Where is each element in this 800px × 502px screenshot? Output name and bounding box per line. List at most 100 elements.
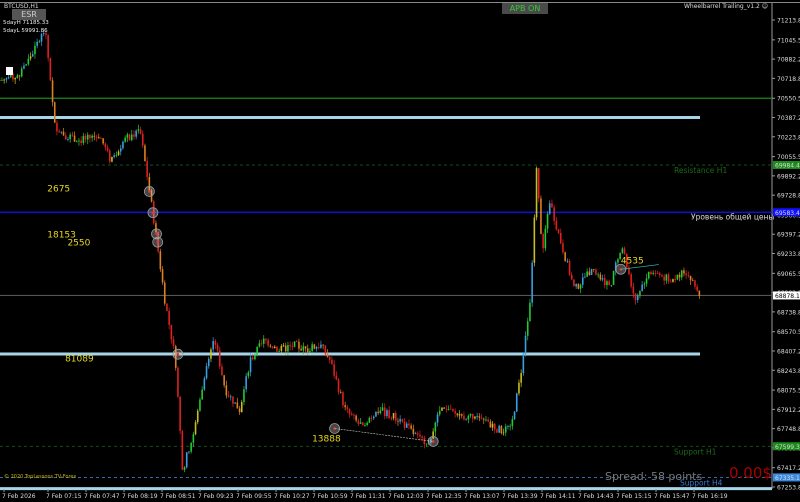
candle bbox=[1, 79, 3, 81]
candle bbox=[537, 168, 540, 199]
candle bbox=[634, 293, 637, 301]
candle bbox=[0, 80, 1, 81]
copyright-text: © 2020 TopLessons.TV-Forex bbox=[4, 474, 77, 480]
candle bbox=[322, 344, 324, 346]
candle bbox=[188, 451, 190, 453]
apb-toggle-button[interactable]: APB ON bbox=[502, 3, 548, 14]
candle bbox=[315, 347, 318, 349]
candle bbox=[654, 272, 657, 274]
candle bbox=[678, 274, 681, 278]
candle bbox=[36, 41, 38, 46]
y-tick-label: 71045.55 bbox=[777, 37, 800, 44]
candle bbox=[632, 286, 635, 294]
y-tick-label: 69233.85 bbox=[777, 251, 800, 258]
candle bbox=[62, 131, 65, 136]
candle bbox=[412, 428, 415, 434]
candle bbox=[84, 135, 87, 140]
y-tick-label: 69397.20 bbox=[777, 232, 800, 239]
candle bbox=[212, 341, 214, 350]
candle bbox=[282, 345, 285, 347]
y-tick-label: 70882.20 bbox=[777, 57, 800, 64]
candle bbox=[144, 145, 146, 162]
candle bbox=[245, 376, 247, 390]
candle bbox=[579, 284, 582, 289]
candle bbox=[78, 140, 80, 142]
candle bbox=[507, 426, 509, 427]
candle bbox=[75, 141, 78, 143]
candle bbox=[592, 268, 595, 270]
candle bbox=[452, 409, 454, 412]
candle bbox=[166, 303, 168, 311]
candle bbox=[300, 348, 302, 351]
candle bbox=[469, 413, 472, 416]
candle bbox=[386, 410, 388, 417]
candle bbox=[51, 80, 54, 103]
candle bbox=[199, 399, 201, 411]
candle bbox=[399, 419, 401, 422]
candle bbox=[133, 134, 135, 137]
candle bbox=[265, 338, 267, 341]
candle bbox=[289, 345, 291, 347]
candle bbox=[674, 279, 676, 280]
x-tick-label: 7 Feb 08:51 bbox=[160, 493, 196, 500]
candle bbox=[38, 41, 41, 43]
candle bbox=[515, 393, 518, 412]
candle bbox=[414, 433, 417, 435]
candle bbox=[683, 270, 685, 274]
candle bbox=[636, 295, 639, 301]
candles bbox=[0, 30, 701, 473]
candle bbox=[370, 417, 373, 419]
price-tag-label: 67335.14 bbox=[775, 475, 800, 482]
candle bbox=[493, 423, 496, 430]
candle bbox=[535, 168, 538, 218]
y-tick-label: 70550.55 bbox=[777, 96, 800, 103]
candle bbox=[86, 134, 89, 140]
trade-dot-icon bbox=[155, 232, 158, 236]
candle bbox=[128, 134, 131, 141]
candle bbox=[346, 407, 349, 410]
candle bbox=[438, 410, 441, 415]
x-tick-label: 7 Feb 16:19 bbox=[692, 493, 728, 500]
candle bbox=[7, 77, 10, 79]
candle bbox=[183, 467, 186, 470]
candle bbox=[392, 412, 395, 419]
candle bbox=[465, 419, 467, 421]
candle bbox=[566, 260, 569, 262]
candle bbox=[34, 45, 36, 55]
candle bbox=[522, 354, 525, 374]
candle bbox=[115, 154, 118, 156]
candle bbox=[403, 421, 406, 428]
candle bbox=[410, 425, 412, 429]
trade-dot-icon bbox=[176, 352, 180, 356]
candle bbox=[80, 140, 82, 143]
candle bbox=[449, 408, 452, 410]
candle bbox=[621, 248, 624, 253]
candle bbox=[408, 423, 410, 426]
candle bbox=[229, 396, 232, 398]
candle bbox=[665, 274, 668, 281]
candle bbox=[423, 437, 426, 445]
candle bbox=[434, 422, 437, 432]
candle bbox=[232, 396, 234, 404]
day-high-label: 5dayH 71185.33 bbox=[3, 20, 49, 26]
candle bbox=[581, 277, 584, 285]
candle bbox=[333, 364, 335, 376]
annotation-label: 2675 bbox=[47, 184, 70, 194]
chart-window[interactable]: Resistance H1 Уровень общей цены Support H… bbox=[0, 0, 800, 502]
price-tag-label: 69583.45 bbox=[775, 210, 800, 217]
candle bbox=[56, 122, 58, 132]
candle bbox=[106, 147, 109, 151]
candle bbox=[546, 213, 549, 229]
candle bbox=[262, 338, 265, 344]
candle bbox=[108, 150, 111, 162]
candle bbox=[185, 452, 188, 468]
price-chart[interactable]: Resistance H1 Уровень общей цены Support H… bbox=[0, 0, 800, 502]
candle bbox=[511, 419, 514, 427]
candle bbox=[518, 382, 520, 394]
candle bbox=[304, 346, 307, 349]
y-tick-label: 67912.20 bbox=[777, 407, 800, 414]
candle bbox=[419, 434, 421, 437]
esr-button[interactable]: ESR bbox=[12, 9, 46, 20]
candle bbox=[179, 396, 181, 431]
candle bbox=[676, 274, 679, 280]
